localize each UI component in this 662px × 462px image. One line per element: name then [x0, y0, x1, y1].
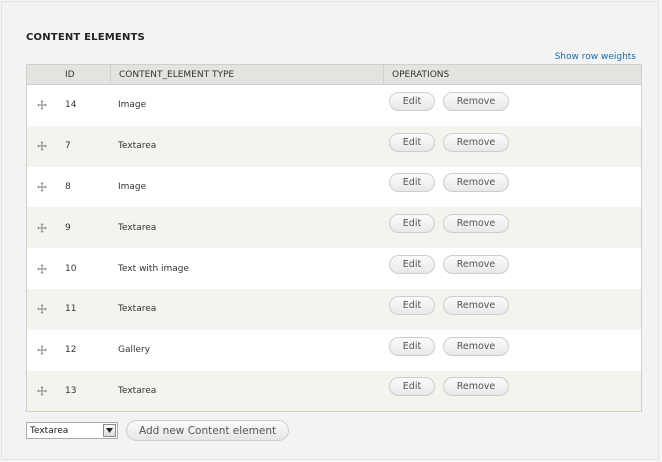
- row-type: Textarea: [118, 385, 157, 396]
- remove-button[interactable]: Remove: [443, 173, 509, 193]
- edit-button[interactable]: Edit: [389, 336, 435, 356]
- table-row: 11 Textarea Edit Remove: [27, 288, 641, 330]
- drag-handle-icon[interactable]: [36, 263, 47, 274]
- drag-handle-icon[interactable]: [36, 181, 47, 192]
- row-operations: Edit Remove: [383, 173, 641, 193]
- row-type: Textarea: [118, 141, 157, 152]
- edit-button[interactable]: Edit: [389, 377, 435, 397]
- table-row: 10 Text with image Edit Remove: [27, 248, 641, 289]
- edit-button[interactable]: Edit: [389, 295, 435, 315]
- edit-button[interactable]: Edit: [389, 255, 435, 275]
- remove-button[interactable]: Remove: [443, 214, 509, 234]
- table-row: 14 Image Edit Remove: [27, 85, 641, 126]
- row-id: 9: [65, 222, 71, 233]
- drag-handle-icon[interactable]: [36, 100, 47, 111]
- row-operations: Edit Remove: [383, 377, 641, 397]
- add-content-element-button[interactable]: Add new Content element: [126, 420, 290, 441]
- row-operations: Edit Remove: [383, 255, 641, 275]
- drag-handle-cell[interactable]: [27, 222, 56, 233]
- edit-button[interactable]: Edit: [389, 91, 435, 111]
- drag-handle-icon[interactable]: [36, 304, 47, 315]
- table-body: 14 Image Edit Remove 7 Textarea Edit Rem…: [27, 85, 641, 412]
- chevron-down-icon[interactable]: [103, 424, 116, 437]
- add-element-bar: Textarea Add new Content element: [26, 420, 290, 441]
- table-header: ID CONTENT_ELEMENT TYPE OPERATIONS: [27, 65, 641, 85]
- header-handle-cell: [27, 65, 56, 84]
- edit-button[interactable]: Edit: [389, 132, 435, 152]
- header-type: CONTENT_ELEMENT TYPE: [110, 65, 383, 84]
- remove-button[interactable]: Remove: [443, 255, 509, 275]
- drag-handle-icon[interactable]: [36, 345, 47, 356]
- element-type-select-value: Textarea: [30, 425, 69, 436]
- row-operations: Edit Remove: [383, 214, 641, 234]
- edit-button[interactable]: Edit: [389, 173, 435, 193]
- drag-handle-cell[interactable]: [27, 263, 56, 274]
- row-type: Image: [118, 100, 147, 111]
- drag-handle-icon[interactable]: [36, 222, 47, 233]
- row-type: Text with image: [118, 263, 190, 274]
- remove-button[interactable]: Remove: [443, 377, 509, 397]
- remove-button[interactable]: Remove: [443, 91, 509, 111]
- section-title: CONTENT ELEMENTS: [26, 32, 145, 43]
- drag-handle-cell[interactable]: [27, 345, 56, 356]
- edit-button[interactable]: Edit: [389, 214, 435, 234]
- header-operations: OPERATIONS: [383, 65, 641, 84]
- row-operations: Edit Remove: [383, 132, 641, 152]
- table-row: 12 Gallery Edit Remove: [27, 329, 641, 371]
- row-id: 12: [65, 345, 77, 356]
- row-id: 8: [65, 181, 71, 192]
- row-operations: Edit Remove: [383, 336, 641, 356]
- row-type: Textarea: [118, 222, 157, 233]
- row-id: 13: [65, 385, 77, 396]
- drag-handle-icon[interactable]: [36, 385, 47, 396]
- show-row-weights-link[interactable]: Show row weights: [555, 52, 636, 62]
- row-id: 10: [65, 263, 77, 274]
- row-id: 11: [65, 304, 77, 315]
- drag-handle-cell[interactable]: [27, 100, 56, 111]
- header-id: ID: [65, 69, 75, 80]
- drag-handle-cell[interactable]: [27, 181, 56, 192]
- table-row: 7 Textarea Edit Remove: [27, 125, 641, 167]
- remove-button[interactable]: Remove: [443, 132, 509, 152]
- row-id: 14: [65, 100, 77, 111]
- row-operations: Edit Remove: [383, 295, 641, 315]
- remove-button[interactable]: Remove: [443, 295, 509, 315]
- table-row: 8 Image Edit Remove: [27, 166, 641, 208]
- row-type: Gallery: [118, 345, 151, 356]
- row-type: Image: [118, 181, 147, 192]
- remove-button[interactable]: Remove: [443, 336, 509, 356]
- content-elements-table: ID CONTENT_ELEMENT TYPE OPERATIONS 14 Im…: [26, 64, 642, 412]
- drag-handle-cell[interactable]: [27, 141, 56, 152]
- element-type-select[interactable]: Textarea: [26, 422, 118, 439]
- row-operations: Edit Remove: [383, 91, 641, 111]
- drag-handle-cell[interactable]: [27, 304, 56, 315]
- drag-handle-cell[interactable]: [27, 385, 56, 396]
- row-type: Textarea: [118, 304, 157, 315]
- table-row: 13 Textarea Edit Remove: [27, 370, 641, 412]
- table-row: 9 Textarea Edit Remove: [27, 207, 641, 249]
- drag-handle-icon[interactable]: [36, 141, 47, 152]
- page-frame: CONTENT ELEMENTS Show row weights ID CON…: [1, 1, 659, 460]
- row-id: 7: [65, 141, 71, 152]
